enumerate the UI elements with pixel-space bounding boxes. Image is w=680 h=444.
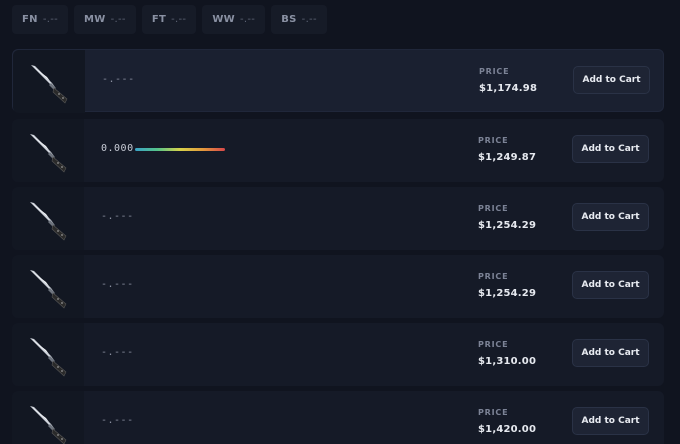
float-value: -.--- [101, 347, 134, 358]
item-thumbnail [12, 391, 84, 444]
price-label: PRICE [478, 136, 509, 145]
listing-row[interactable]: 0.000 PRICE $1,249.87 Add to Cart [12, 119, 664, 182]
item-thumbnail [12, 187, 84, 250]
bowie-knife-icon [30, 337, 67, 376]
wear-chip-ft[interactable]: FT -.-- [141, 5, 197, 34]
item-thumbnail [13, 50, 85, 113]
float-range-bar [135, 148, 225, 151]
wear-code: BS [281, 14, 297, 25]
wear-chip-fn[interactable]: FN -.-- [12, 5, 69, 34]
wear-code: MW [84, 14, 106, 25]
wear-filter-bar: FN -.-- MW -.-- FT -.-- WW -.-- BS -.-- [12, 5, 327, 34]
price-value: $1,254.29 [478, 288, 537, 299]
price-value: $1,249.87 [478, 152, 537, 163]
add-to-cart-button[interactable]: Add to Cart [572, 339, 649, 367]
listings-page: FN -.-- MW -.-- FT -.-- WW -.-- BS -.-- [0, 0, 680, 444]
listing-row[interactable]: -.--- PRICE $1,174.98 Add to Cart [12, 49, 664, 113]
price-label: PRICE [478, 340, 509, 349]
price-label: PRICE [479, 67, 510, 76]
wear-value: -.-- [301, 14, 317, 25]
item-thumbnail [12, 255, 84, 318]
listing-row[interactable]: -.--- PRICE $1,254.29 Add to Cart [12, 255, 664, 318]
listing-row[interactable]: -.--- PRICE $1,420.00 Add to Cart [12, 391, 664, 444]
bowie-knife-icon [30, 201, 67, 240]
item-thumbnail [12, 119, 84, 182]
add-to-cart-button[interactable]: Add to Cart [572, 135, 649, 163]
wear-value: -.-- [171, 14, 187, 25]
price-value: $1,174.98 [479, 83, 538, 94]
wear-code: FT [151, 14, 167, 25]
wear-value: -.-- [240, 14, 256, 25]
float-value: -.--- [101, 211, 134, 222]
add-to-cart-button[interactable]: Add to Cart [573, 66, 650, 94]
wear-chip-bs[interactable]: BS -.-- [271, 5, 327, 34]
wear-code: FN [22, 14, 38, 25]
add-to-cart-button[interactable]: Add to Cart [572, 271, 649, 299]
price-label: PRICE [478, 408, 509, 417]
wear-code: WW [212, 14, 235, 25]
float-value: -.--- [102, 74, 135, 85]
float-value: -.--- [101, 279, 134, 290]
wear-value: -.-- [110, 14, 126, 25]
bowie-knife-icon [31, 64, 68, 103]
float-value: -.--- [101, 415, 134, 426]
add-to-cart-button[interactable]: Add to Cart [572, 407, 649, 435]
listing-row[interactable]: -.--- PRICE $1,310.00 Add to Cart [12, 323, 664, 386]
float-value: 0.000 [101, 143, 134, 154]
price-value: $1,254.29 [478, 220, 537, 231]
item-thumbnail [12, 323, 84, 386]
wear-chip-ww[interactable]: WW -.-- [202, 5, 266, 34]
price-label: PRICE [478, 272, 509, 281]
price-label: PRICE [478, 204, 509, 213]
wear-chip-mw[interactable]: MW -.-- [74, 5, 136, 34]
bowie-knife-icon [30, 269, 67, 308]
wear-value: -.-- [42, 14, 59, 25]
listing-row[interactable]: -.--- PRICE $1,254.29 Add to Cart [12, 187, 664, 250]
add-to-cart-button[interactable]: Add to Cart [572, 203, 649, 231]
price-value: $1,310.00 [478, 356, 537, 367]
bowie-knife-icon [30, 405, 67, 444]
price-value: $1,420.00 [478, 424, 537, 435]
bowie-knife-icon [30, 133, 67, 172]
